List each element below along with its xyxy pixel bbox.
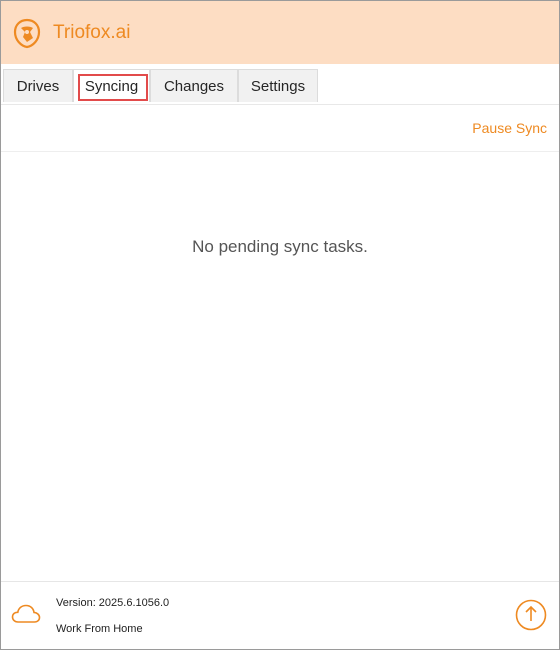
mode-label: Work From Home	[56, 623, 143, 635]
tab-settings[interactable]: Settings	[238, 69, 318, 102]
version-label: Version: 2025.6.1056.0	[56, 597, 170, 609]
triofox-logo-icon	[13, 18, 41, 49]
cloud-icon	[11, 604, 41, 623]
empty-state-message: No pending sync tasks.	[192, 237, 368, 256]
tab-drives[interactable]: Drives	[3, 69, 73, 102]
tab-syncing[interactable]: Syncing	[73, 69, 150, 102]
tab-bar: Drives Syncing Changes Settings	[1, 64, 559, 105]
app-header: Triofox.ai	[1, 1, 559, 64]
sync-toolbar: Pause Sync	[1, 105, 559, 152]
pause-sync-link[interactable]: Pause Sync	[472, 120, 547, 136]
app-title: Triofox.ai	[53, 22, 131, 43]
upload-arrow-icon[interactable]	[515, 599, 547, 631]
app-window: Triofox.ai Drives Syncing Changes Settin…	[0, 0, 560, 650]
status-footer: Version: 2025.6.1056.0 Work From Home	[1, 581, 559, 649]
tab-changes[interactable]: Changes	[150, 69, 238, 102]
